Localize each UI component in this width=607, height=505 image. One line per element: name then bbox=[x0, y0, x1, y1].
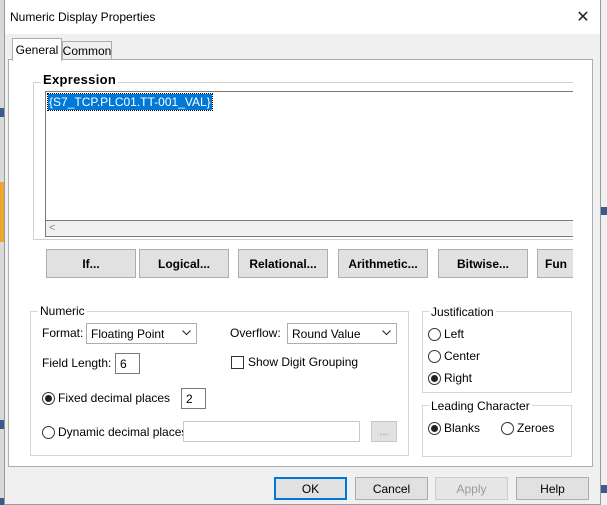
overflow-select-value: Round Value bbox=[292, 326, 361, 341]
background-app-edge-right bbox=[601, 0, 607, 505]
dynamic-decimal-places-radio[interactable] bbox=[42, 426, 55, 439]
chevron-down-icon bbox=[182, 327, 191, 339]
leading-character-group-label: Leading Character bbox=[429, 399, 532, 413]
expression-horizontal-scrollbar[interactable]: < bbox=[45, 221, 573, 237]
tab-common[interactable]: Common bbox=[62, 41, 112, 59]
justify-center-label[interactable]: Center bbox=[444, 349, 480, 363]
relational-button[interactable]: Relational... bbox=[238, 249, 328, 278]
chevron-down-icon bbox=[382, 327, 391, 339]
show-digit-grouping-checkbox[interactable] bbox=[231, 356, 244, 369]
overflow-select[interactable]: Round Value bbox=[287, 323, 397, 344]
if-button[interactable]: If... bbox=[46, 249, 136, 278]
logical-button[interactable]: Logical... bbox=[139, 249, 229, 278]
justify-left-label[interactable]: Left bbox=[444, 327, 464, 341]
show-digit-grouping-label[interactable]: Show Digit Grouping bbox=[248, 355, 358, 369]
justify-right-label[interactable]: Right bbox=[444, 371, 472, 385]
fixed-decimal-places-radio[interactable] bbox=[42, 392, 55, 405]
leading-blanks-radio[interactable] bbox=[428, 422, 441, 435]
background-fragment bbox=[601, 207, 607, 215]
dynamic-decimal-browse-button[interactable]: ... bbox=[371, 421, 397, 442]
leading-zeroes-label[interactable]: Zeroes bbox=[517, 421, 554, 435]
format-label: Format: bbox=[42, 326, 84, 340]
scroll-left-icon[interactable]: < bbox=[49, 222, 55, 234]
arithmetic-button[interactable]: Arithmetic... bbox=[338, 249, 428, 278]
leading-blanks-label[interactable]: Blanks bbox=[444, 421, 480, 435]
format-select[interactable]: Floating Point bbox=[86, 323, 197, 344]
functions-button[interactable]: Fun bbox=[537, 249, 573, 278]
fixed-decimal-places-input[interactable]: 2 bbox=[181, 388, 206, 409]
expression-editor[interactable]: {S7_TCP.PLC01.TT-001_VAL} bbox=[45, 91, 573, 221]
bitwise-button[interactable]: Bitwise... bbox=[438, 249, 528, 278]
justify-center-radio[interactable] bbox=[428, 350, 441, 363]
cancel-button[interactable]: Cancel bbox=[355, 477, 428, 500]
apply-button[interactable]: Apply bbox=[435, 477, 508, 500]
tab-general[interactable]: General bbox=[12, 38, 62, 61]
dynamic-decimal-places-label[interactable]: Dynamic decimal places bbox=[58, 425, 187, 439]
close-icon[interactable]: ✕ bbox=[572, 6, 594, 28]
expression-group-label: Expression bbox=[41, 72, 119, 87]
numeric-group-label: Numeric bbox=[38, 304, 87, 318]
format-select-value: Floating Point bbox=[91, 326, 165, 341]
field-length-label: Field Length: bbox=[42, 356, 112, 370]
help-button[interactable]: Help bbox=[516, 477, 589, 500]
justify-left-radio[interactable] bbox=[428, 328, 441, 341]
dynamic-decimal-places-input[interactable] bbox=[183, 421, 360, 442]
justify-right-radio[interactable] bbox=[428, 372, 441, 385]
dialog-title: Numeric Display Properties bbox=[10, 10, 156, 24]
fixed-decimal-places-label[interactable]: Fixed decimal places bbox=[58, 391, 170, 405]
ok-button[interactable]: OK bbox=[274, 477, 347, 500]
field-length-input[interactable]: 6 bbox=[115, 353, 140, 374]
justification-group-label: Justification bbox=[429, 305, 496, 319]
title-bar[interactable]: Numeric Display Properties ✕ bbox=[5, 0, 600, 34]
background-fragment bbox=[601, 485, 607, 493]
leading-zeroes-radio[interactable] bbox=[501, 422, 514, 435]
expression-text[interactable]: {S7_TCP.PLC01.TT-001_VAL} bbox=[47, 93, 213, 111]
overflow-label: Overflow: bbox=[230, 326, 281, 340]
